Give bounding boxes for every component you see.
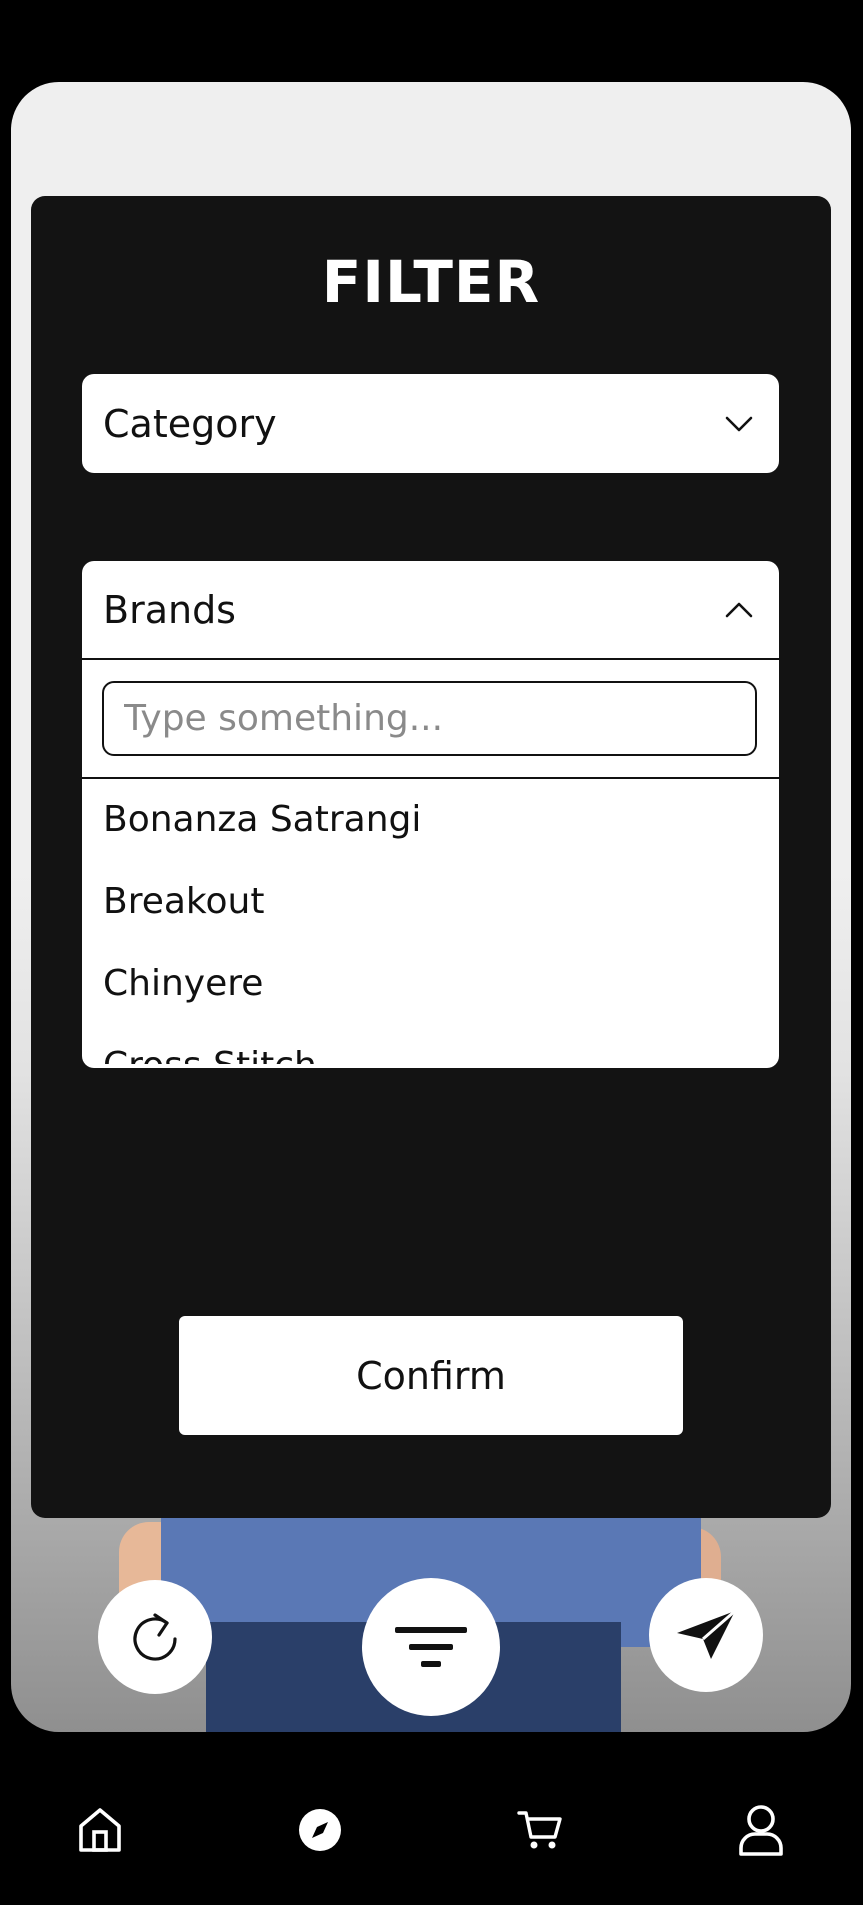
send-icon xyxy=(677,1609,736,1659)
send-button[interactable] xyxy=(649,1578,763,1692)
chevron-down-icon xyxy=(725,416,753,431)
app-screen: FILTER Category Brands Bonanza Satrangi xyxy=(0,0,863,1905)
confirm-button[interactable]: Confirm xyxy=(179,1316,683,1435)
brands-dropdown: Brands Bonanza Satrangi Breakout Chinyer… xyxy=(82,561,779,1068)
compass-icon xyxy=(299,1809,341,1851)
home-icon xyxy=(79,1808,121,1852)
filter-button[interactable] xyxy=(362,1578,500,1716)
brand-option[interactable]: Bonanza Satrangi xyxy=(103,799,421,840)
refresh-icon xyxy=(133,1613,177,1661)
brand-search-input[interactable] xyxy=(102,681,757,756)
brands-dropdown-header[interactable]: Brands xyxy=(82,561,779,660)
filter-title: FILTER xyxy=(321,248,541,316)
brands-label: Brands xyxy=(103,587,236,632)
brand-option[interactable]: Cross Stitch xyxy=(103,1045,317,1064)
refresh-button[interactable] xyxy=(98,1580,212,1694)
category-dropdown-header[interactable]: Category xyxy=(82,374,779,473)
filter-icon xyxy=(395,1627,467,1667)
bottom-nav xyxy=(0,1745,863,1905)
cart-icon xyxy=(517,1811,562,1849)
brand-search-wrapper xyxy=(82,660,779,779)
nav-explore[interactable] xyxy=(290,1800,350,1860)
brand-option[interactable]: Breakout xyxy=(103,881,264,922)
nav-profile[interactable] xyxy=(731,1800,791,1860)
category-label: Category xyxy=(103,401,277,446)
filter-modal: FILTER Category Brands Bonanza Satrangi xyxy=(31,196,831,1518)
nav-home[interactable] xyxy=(70,1800,130,1860)
chevron-up-icon xyxy=(725,602,753,617)
brand-list: Bonanza Satrangi Breakout Chinyere Cross… xyxy=(82,779,779,1064)
brand-option[interactable]: Chinyere xyxy=(103,963,263,1004)
category-dropdown[interactable]: Category xyxy=(82,374,779,473)
profile-icon xyxy=(739,1805,783,1856)
nav-cart[interactable] xyxy=(510,1800,570,1860)
